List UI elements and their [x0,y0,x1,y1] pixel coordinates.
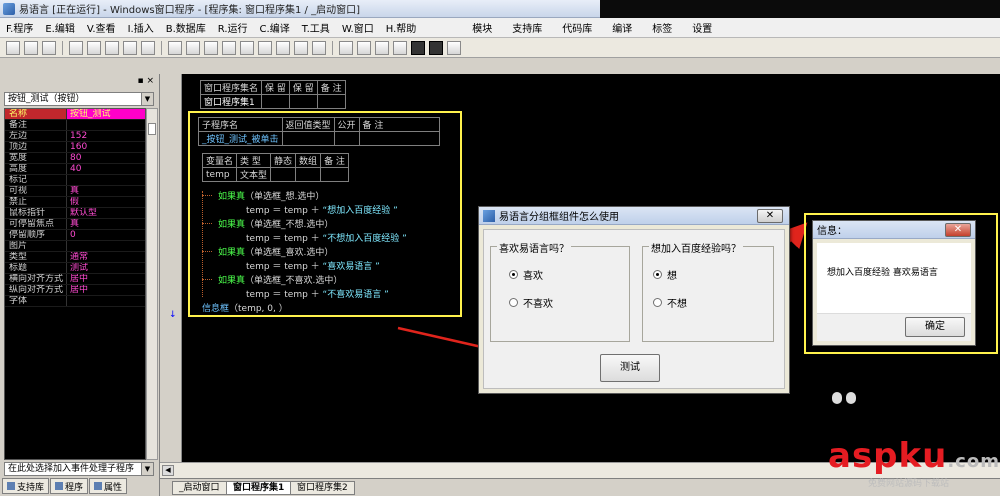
info-dialog-body: 想加入百度经验 喜欢易语言 确定 [817,243,971,341]
group-like-language: 喜欢易语言吗？ 喜欢 不喜欢 [490,240,630,342]
radio-unchecked-icon [653,298,662,307]
radio-not-want[interactable]: 不想 [653,295,687,310]
close-icon: ✕ [953,224,963,235]
tab-assembly-2[interactable]: 窗口程序集2 [290,481,355,495]
close-button[interactable]: ✕ [757,209,783,223]
group-join-baidu-label: 想加入百度经验吗？ [649,240,743,255]
watermark-logo: aspku.com [828,436,1000,476]
decorative-dot [832,392,842,404]
radio-like[interactable]: 喜欢 [509,267,543,282]
radio-checked-icon [509,270,518,279]
group-like-language-label: 喜欢易语言吗？ [497,240,571,255]
test-button[interactable]: 测试 [600,354,660,382]
decorative-dot [846,392,856,404]
dialog-client-area: 喜欢易语言吗？ 喜欢 不喜欢 想加入百度经验吗？ 想 不想 测试 [483,229,785,389]
info-dialog-title: 信息： [817,226,847,237]
close-icon: ✕ [765,210,775,221]
ok-button[interactable]: 确定 [905,317,965,337]
app-icon [483,209,495,222]
radio-dislike[interactable]: 不喜欢 [509,295,553,310]
watermark-subtitle: 免费网站源码下载站 [868,479,950,489]
radio-want[interactable]: 想 [653,267,677,282]
radio-checked-icon [653,270,662,279]
info-dialog-window: 信息： ✕ 想加入百度经验 喜欢易语言 确定 [812,220,976,346]
radio-unchecked-icon [509,298,518,307]
main-dialog-title: 易语言分组框组件怎么使用 [499,212,619,223]
scroll-left-icon[interactable]: ◀ [162,465,174,476]
group-join-baidu: 想加入百度经验吗？ 想 不想 [642,240,774,342]
main-dialog-window: 易语言分组框组件怎么使用 ✕ 喜欢易语言吗？ 喜欢 不喜欢 想加入百度经验吗？ … [478,206,790,394]
main-dialog-titlebar[interactable]: 易语言分组框组件怎么使用 [479,207,789,225]
info-message: 想加入百度经验 喜欢易语言 [827,268,938,278]
tab-start-window[interactable]: _启动窗口 [172,481,227,495]
close-button[interactable]: ✕ [945,223,971,237]
tab-assembly-1[interactable]: 窗口程序集1 [226,481,292,495]
